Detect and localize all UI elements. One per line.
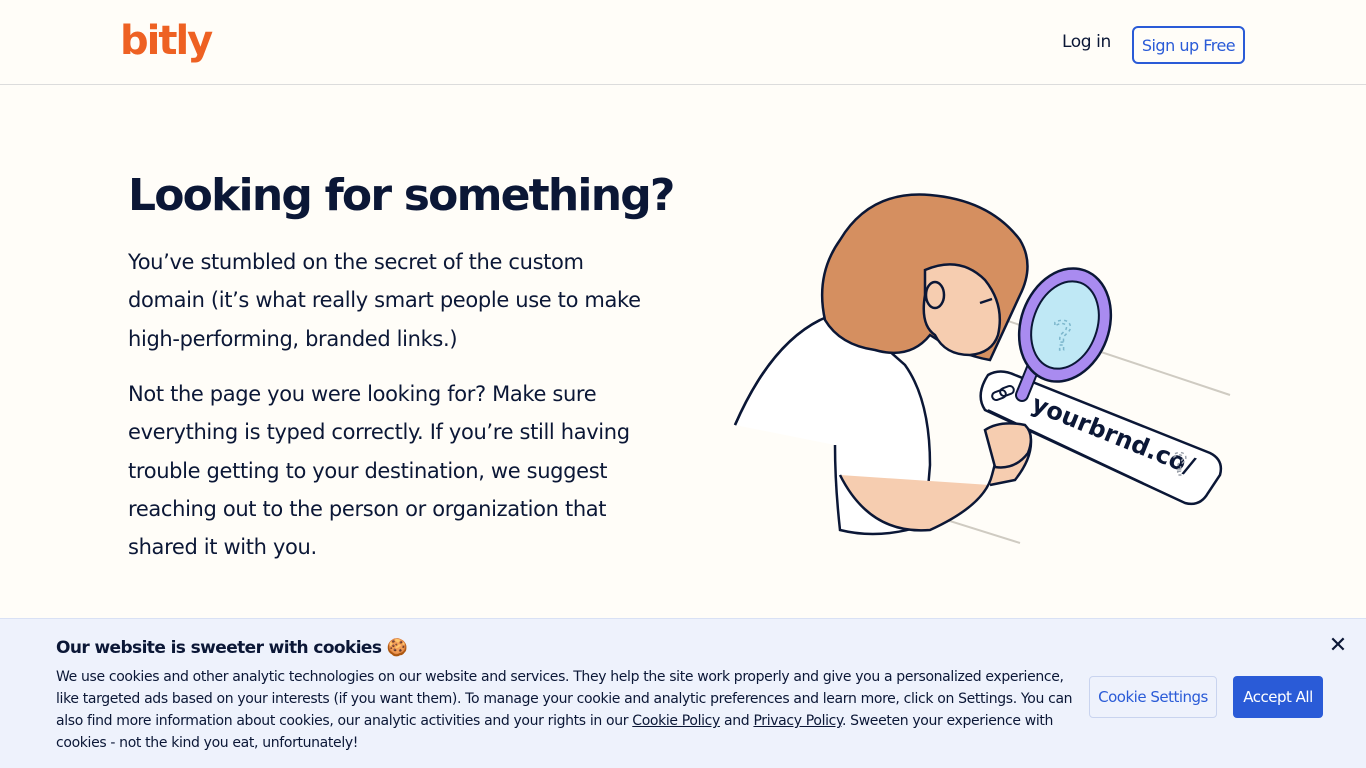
cookie-banner-body: We use cookies and other analytic techno… — [56, 666, 1076, 754]
cookie-policy-link[interactable]: Cookie Policy — [632, 713, 720, 729]
login-link[interactable]: Log in — [1062, 32, 1111, 52]
close-icon[interactable]: ✕ — [1326, 633, 1350, 658]
question-mark-icon: ? — [1172, 448, 1188, 483]
page-headline: Looking for something? — [128, 170, 675, 221]
svg-text:?: ? — [1052, 314, 1073, 360]
bitly-logo[interactable]: bitly — [120, 16, 224, 72]
help-paragraph: Not the page you were looking for? Make … — [128, 382, 630, 560]
privacy-policy-link[interactable]: Privacy Policy — [753, 713, 842, 729]
site-header: bitly Log in Sign up Free — [0, 0, 1366, 85]
search-illustration: yourbrnd.co/ ? ? — [733, 193, 1231, 544]
signup-button[interactable]: Sign up Free — [1132, 26, 1245, 64]
cookie-banner: Our website is sweeter with cookies 🍪 We… — [0, 618, 1366, 768]
cookie-banner-title: Our website is sweeter with cookies 🍪 — [56, 638, 408, 658]
logo-text: bitly — [120, 18, 213, 64]
accept-all-button[interactable]: Accept All — [1233, 676, 1323, 718]
intro-paragraph: You’ve stumbled on the secret of the cus… — [128, 250, 641, 351]
cookie-and-text: and — [719, 713, 754, 729]
cookie-settings-button[interactable]: Cookie Settings — [1089, 676, 1217, 718]
